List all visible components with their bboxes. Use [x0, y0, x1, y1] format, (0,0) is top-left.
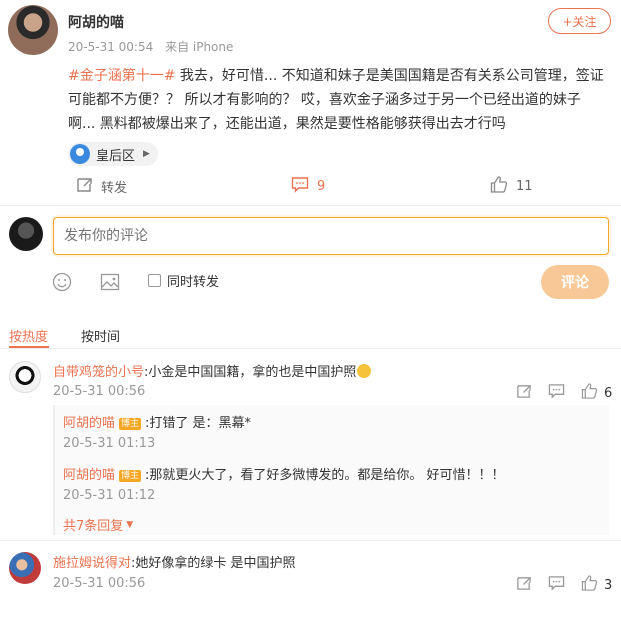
post-meta: 20-5-31 00:54 来自 iPhone	[68, 38, 233, 55]
repost-icon[interactable]	[516, 575, 532, 595]
post-content: #金子涵第十一# 我去，好可惜... 不知道和妹子是美国国籍是否有关系公司管理，…	[68, 64, 608, 136]
emoji-icon	[357, 364, 372, 378]
reply-author-name[interactable]: 阿胡的喵	[63, 416, 115, 431]
location-chip[interactable]: 皇后区 ▶	[68, 142, 158, 166]
repost-checkbox-label: 同时转发	[167, 275, 220, 290]
divider	[0, 348, 621, 349]
comment-time: 20-5-31 00:56	[53, 576, 146, 591]
image-icon[interactable]	[100, 272, 120, 297]
comment-actions: 6	[516, 383, 612, 403]
post-author-avatar[interactable]	[8, 5, 58, 55]
comment-input[interactable]	[53, 217, 609, 255]
reply-body: 阿胡的喵 博主:打错了 是：黑幕*	[63, 412, 251, 431]
like-icon	[490, 176, 508, 197]
tab-sort-hot[interactable]: 按热度	[9, 326, 48, 345]
comment-body: 自带鸡笼的小号:小金是中国国籍，拿的也是中国护照	[53, 361, 372, 380]
like-icon	[581, 383, 598, 403]
comment-author-name[interactable]: 施拉姆说得对	[53, 556, 131, 571]
checkbox[interactable]	[148, 274, 161, 287]
comment-icon[interactable]	[548, 575, 565, 595]
current-user-avatar	[9, 217, 43, 251]
post-time[interactable]: 20-5-31 00:54	[68, 40, 153, 54]
comment-body: 施拉姆说得对:她好像拿的绿卡 是中国护照	[53, 552, 296, 571]
author-badge: 博主	[119, 418, 142, 430]
post-source: 来自 iPhone	[165, 40, 234, 54]
like-action[interactable]: 6	[581, 383, 612, 403]
comment-text: :她好像拿的绿卡 是中国护照	[131, 556, 296, 571]
comment-author-avatar[interactable]	[9, 361, 41, 393]
repost-icon[interactable]	[516, 383, 532, 403]
repost-checkbox[interactable]: 同时转发	[148, 271, 219, 290]
like-count: 3	[604, 577, 613, 593]
comment-actions: 3	[516, 575, 612, 595]
like-count: 6	[604, 385, 613, 401]
reply-time: 20-5-31 01:13	[63, 436, 156, 451]
like-count: 11	[516, 179, 533, 194]
divider	[0, 540, 621, 541]
reply-time: 20-5-31 01:12	[63, 488, 156, 503]
repost-icon	[76, 176, 93, 197]
post-author-name[interactable]: 阿胡的喵	[68, 12, 124, 32]
author-badge: 博主	[119, 470, 142, 482]
comment-action[interactable]: 9	[291, 176, 325, 197]
comment-icon	[291, 176, 309, 197]
comment-time: 20-5-31 00:56	[53, 384, 146, 399]
location-label: 皇后区	[96, 148, 136, 164]
repost-label: 转发	[101, 181, 128, 196]
comment-author-avatar[interactable]	[9, 552, 41, 584]
location-pin-icon	[70, 144, 90, 164]
post-hashtag[interactable]: #金子涵第十一#	[68, 68, 175, 84]
reply-text: :那就更火大了，看了好多微博发的。都是给你。 好可惜！！！	[145, 468, 505, 483]
emoji-icon[interactable]	[52, 272, 72, 297]
divider	[0, 205, 621, 206]
reply-author-name[interactable]: 阿胡的喵	[63, 468, 115, 483]
like-action[interactable]: 3	[581, 575, 612, 595]
reply-body: 阿胡的喵 博主:那就更火大了，看了好多微博发的。都是给你。 好可惜！！！	[63, 464, 505, 483]
comment-count: 9	[317, 179, 326, 194]
repost-action[interactable]: 转发	[76, 176, 127, 197]
more-replies-link[interactable]: 共7条回复 ▼	[63, 515, 133, 534]
tab-sort-time[interactable]: 按时间	[81, 326, 120, 345]
chevron-right-icon: ▶	[143, 149, 150, 159]
like-action[interactable]: 11	[490, 176, 533, 197]
like-icon	[581, 575, 598, 595]
comment-text: :小金是中国国籍，拿的也是中国护照	[144, 365, 357, 380]
reply-text: :打错了 是：黑幕*	[145, 416, 252, 431]
more-replies-label: 共7条回复	[63, 519, 124, 534]
caret-down-icon: ▼	[126, 519, 134, 530]
comment-author-name[interactable]: 自带鸡笼的小号	[53, 365, 144, 380]
follow-button[interactable]: +关注	[548, 8, 611, 34]
comment-icon[interactable]	[548, 383, 565, 403]
submit-comment-button[interactable]: 评论	[541, 265, 609, 299]
